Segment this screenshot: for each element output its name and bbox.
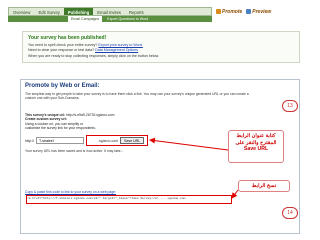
promote-link[interactable]: Promote [216,9,242,15]
clear-data-text: Need to clear your response or test data… [28,47,95,52]
publish-title: Your survey has been published! [28,35,107,41]
preview-label: Preview [252,8,272,15]
main-tab-bar: Overview Edit Survey Publishing Email In… [8,7,212,16]
publish-notice: Your survey has been published! You need… [22,31,300,63]
data-management-link[interactable]: Data Management Options [95,48,138,52]
callout2-text: نسخ الرابط [251,183,277,189]
callout-copy-link: نسخ الرابط [238,180,290,192]
export-word-link[interactable]: Export your survey to Word. [98,43,142,47]
sub-tab-bar: Email Campaigns Export Questions to Word [8,16,212,22]
tab-overview[interactable]: Overview [9,8,34,15]
promote-label: Promote [222,8,243,15]
tab-reports[interactable]: Reports [125,8,148,15]
step-badge-14: 14 [282,207,298,219]
embed-highlight [26,195,232,204]
callout1-line1: كتابة عنوان الرابط [236,133,276,139]
embed-code-label: Copy & paste this code to link to your s… [25,190,117,194]
tab-edit-survey[interactable]: Edit Survey [34,8,63,15]
subtab-export-word[interactable]: Export Questions to Word [104,16,151,22]
promote-title: Promote by Web or Email: [25,83,100,89]
step-badge-13: 13 [282,100,298,112]
preview-link[interactable]: Preview [246,9,271,15]
unique-url-value[interactable]: http://s-e9a9-26732.sgizmo.com [66,113,114,117]
unique-url-label: This survey's unique url: [25,113,65,117]
preview-icon [246,9,252,14]
promote-description: The simplest way to get people to take y… [25,92,249,101]
brand-bar: Promote Preview [216,7,314,16]
tab-email-invites[interactable]: Email Invites [93,8,125,15]
input-highlight [86,135,148,146]
callout-type-url: كتابة عنوان الرابط المقترح والنقر على Sa… [228,130,284,163]
url-saved-message: Your survey URL has been saved and is no… [25,149,124,153]
custom-url-input[interactable] [36,137,84,144]
spellcheck-text: You need to spell check your entire surv… [28,43,98,47]
unique-url-block: This survey's unique url: http://s-e9a9-… [25,113,225,131]
stop-collecting-text: When you are ready to stop collecting re… [28,54,160,59]
promote-icon [216,9,221,14]
url-prefix: http:// [25,138,34,143]
tab-publishing[interactable]: Publishing [63,8,94,15]
callout1-line3: Save URL [243,146,269,152]
subtab-email-campaigns[interactable]: Email Campaigns [68,16,103,22]
custom-url-help-2: customize the survey link for your respo… [25,126,96,131]
